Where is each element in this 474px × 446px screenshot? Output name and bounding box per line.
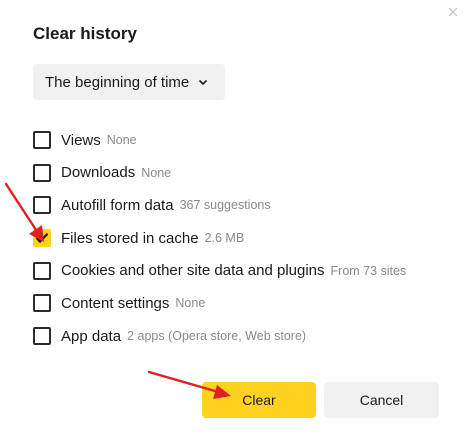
item-autofill-form-data[interactable]: Autofill form data 367 suggestions [33, 194, 463, 216]
item-meta: None [106, 133, 137, 147]
item-views[interactable]: Views None [33, 129, 463, 151]
cancel-button[interactable]: Cancel [324, 382, 439, 418]
item-label: Content settings [61, 294, 170, 312]
history-items-list: Views None Downloads None Autofill form … [33, 129, 463, 358]
close-icon-glyph [448, 7, 458, 17]
item-label: Views [61, 131, 101, 149]
clear-button[interactable]: Clear [202, 382, 316, 418]
dialog-title: Clear history [33, 24, 137, 43]
checkbox[interactable] [33, 196, 51, 215]
checkbox[interactable] [33, 327, 51, 346]
item-label: Autofill form data [61, 196, 174, 214]
item-files-stored-in-cache[interactable]: Files stored in cache 2.6 MB [33, 227, 463, 249]
item-app-data[interactable]: App data 2 apps (Opera store, Web store) [33, 325, 463, 347]
item-meta: None [175, 296, 206, 311]
time-range-value: The beginning of time [45, 73, 190, 91]
item-downloads[interactable]: Downloads None [33, 162, 463, 184]
checkbox[interactable] [33, 163, 51, 182]
clear-history-dialog: Clear history The beginning of time View… [0, 0, 474, 446]
checkmark-icon [35, 233, 49, 244]
item-label: App data [61, 327, 122, 345]
item-meta: 2.6 MB [204, 231, 245, 246]
item-meta: 2 apps (Opera store, Web store) [127, 329, 307, 344]
item-label: Downloads [61, 164, 136, 182]
item-content-settings[interactable]: Content settings None [33, 292, 463, 314]
time-range-select[interactable]: The beginning of time [33, 64, 225, 100]
checkbox-checked[interactable] [33, 229, 51, 248]
checkbox[interactable] [33, 131, 51, 149]
checkbox[interactable] [33, 261, 51, 280]
item-cookies-and-site-data[interactable]: Cookies and other site data and plugins … [33, 260, 463, 282]
item-meta: None [141, 165, 172, 180]
chevron-down-icon [197, 76, 209, 88]
close-icon[interactable] [444, 4, 462, 22]
checkbox[interactable] [33, 294, 51, 313]
item-meta: From 73 sites [330, 263, 407, 278]
item-meta: 367 suggestions [179, 198, 271, 213]
item-label: Cookies and other site data and plugins [61, 262, 325, 280]
item-label: Files stored in cache [61, 229, 199, 247]
